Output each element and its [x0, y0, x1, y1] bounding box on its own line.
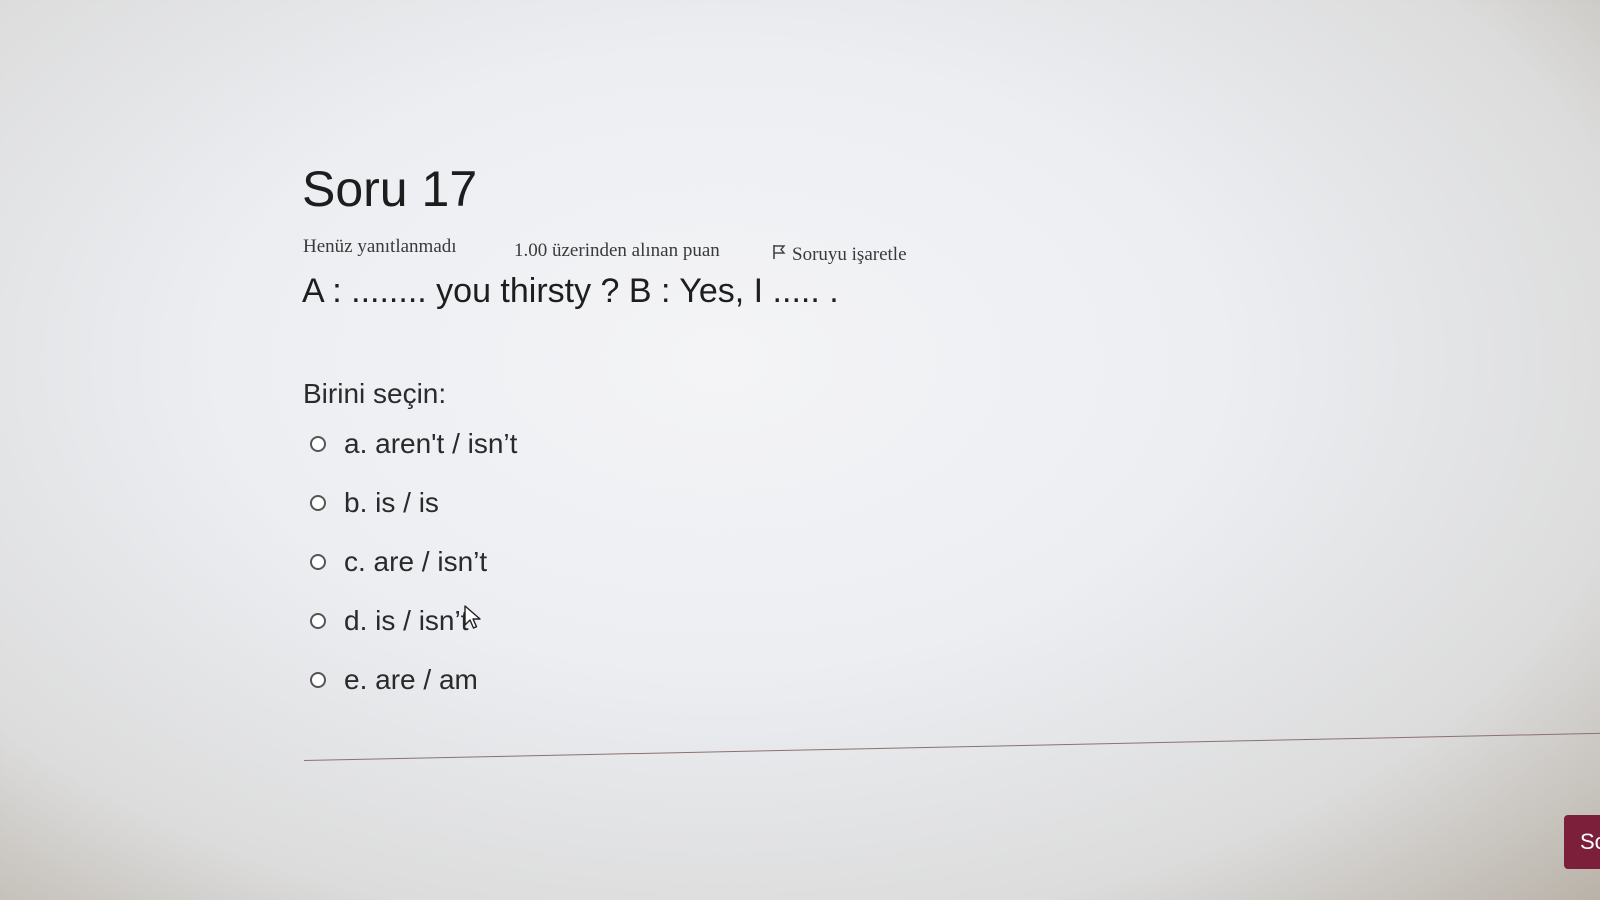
flag-icon — [772, 244, 786, 266]
radio-button[interactable] — [310, 672, 326, 688]
radio-button[interactable] — [310, 554, 326, 570]
question-text: A : ........ you thirsty ? B : Yes, I ..… — [302, 272, 839, 310]
answer-option-label: a. aren't / isn’t — [344, 428, 518, 459]
next-page-button[interactable]: So — [1564, 815, 1600, 869]
answer-option-label: b. is / is — [344, 487, 439, 518]
answer-option-a[interactable]: a. aren't / isn’t — [310, 428, 517, 460]
answer-prompt: Birini seçin: — [303, 378, 447, 409]
answer-option-b[interactable]: b. is / is — [310, 487, 439, 519]
answer-option-c[interactable]: c. are / isn’t — [310, 546, 487, 578]
question-points: 1.00 üzerinden alınan puan — [514, 240, 720, 261]
flag-label: Soruyu işaretle — [792, 244, 907, 265]
divider — [303, 732, 1600, 761]
radio-button[interactable] — [310, 495, 326, 511]
answer-option-label: e. are / am — [344, 664, 478, 695]
question-title: Soru 17 — [302, 161, 478, 217]
answer-option-label: d. is / isn’t — [344, 605, 469, 636]
quiz-page: Soru 17 Henüz yanıtlanmadı 1.00 üzerinde… — [0, 0, 1600, 900]
answer-option-label: c. are / isn’t — [344, 546, 488, 577]
flag-question-link[interactable]: Soruyu işaretle — [772, 244, 907, 266]
question-status: Henüz yanıtlanmadı — [303, 236, 457, 257]
answer-option-e[interactable]: e. are / am — [310, 664, 478, 696]
radio-button[interactable] — [310, 613, 326, 629]
mouse-cursor-icon — [464, 605, 481, 629]
answer-option-d[interactable]: d. is / isn’t — [310, 605, 468, 637]
radio-button[interactable] — [310, 436, 326, 452]
